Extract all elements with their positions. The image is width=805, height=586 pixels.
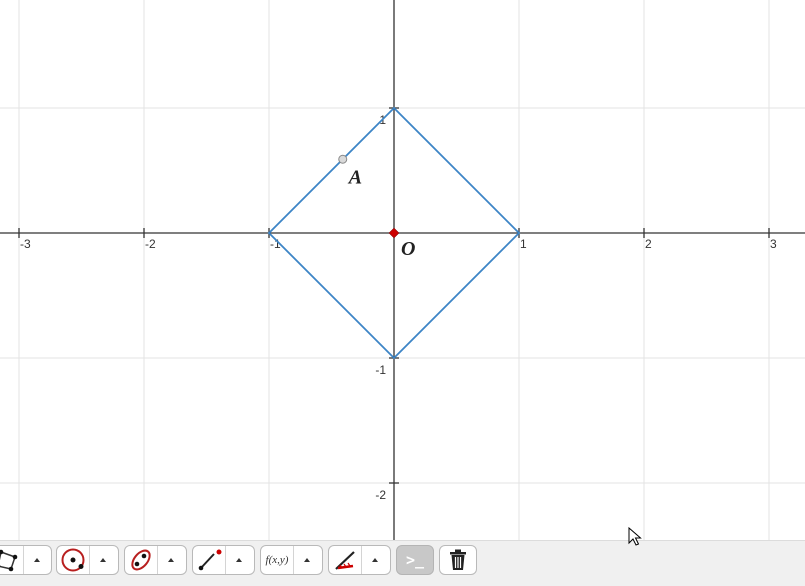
function-tool-icon: f(x,y) (266, 554, 289, 566)
chevron-up-icon (168, 558, 174, 562)
x-axis-tick-label: 1 (520, 237, 527, 251)
delete-button[interactable] (439, 545, 477, 575)
input-bar-button[interactable]: >_ (396, 545, 434, 575)
polygon-tool-menu[interactable] (23, 546, 50, 574)
chevron-up-icon (100, 558, 106, 562)
chevron-up-icon (372, 558, 378, 562)
terminal-icon: >_ (406, 551, 424, 569)
measure-tool-button[interactable] (328, 545, 391, 575)
y-axis-tick-label: -1 (375, 363, 386, 377)
function-tool-menu[interactable] (293, 546, 320, 574)
axis-tick-labels: -3-2-11231-1-2 (20, 113, 777, 502)
point-o[interactable] (389, 228, 399, 238)
conic-tool-menu[interactable] (157, 546, 184, 574)
circle-tool-menu[interactable] (89, 546, 116, 574)
trash-icon (447, 548, 469, 572)
chevron-up-icon (304, 558, 310, 562)
circle-tool-icon (60, 547, 86, 573)
mouse-cursor-icon (628, 527, 642, 547)
circle-tool-button[interactable] (56, 545, 119, 575)
segment-point-tool-icon (196, 547, 222, 573)
x-axis-tick-label: -3 (20, 237, 31, 251)
conic-tool-button[interactable] (124, 545, 187, 575)
polygon-tool-button[interactable] (0, 545, 52, 575)
segment-point-tool-button[interactable] (192, 545, 255, 575)
point-a[interactable] (339, 155, 347, 163)
x-axis-tick-label: -2 (145, 237, 156, 251)
function-tool-button[interactable]: f(x,y) (260, 545, 323, 575)
measure-tool-menu[interactable] (361, 546, 388, 574)
toolbar: f(x,y) >_ (0, 540, 805, 586)
axes (0, 0, 805, 540)
chevron-up-icon (34, 558, 40, 562)
grid (0, 0, 805, 540)
point-o-label: O (401, 238, 415, 260)
x-axis-tick-label: 3 (770, 237, 777, 251)
measure-tool-icon (332, 547, 358, 573)
conic-tool-icon (128, 547, 154, 573)
chevron-up-icon (236, 558, 242, 562)
segment-point-tool-menu[interactable] (225, 546, 252, 574)
graphics-view[interactable]: -3-2-11231-1-2 A O (0, 0, 805, 540)
y-axis-tick-label: -2 (375, 488, 386, 502)
polygon-tool-icon (0, 548, 19, 572)
x-axis-tick-label: 2 (645, 237, 652, 251)
point-a-label: A (347, 166, 362, 188)
